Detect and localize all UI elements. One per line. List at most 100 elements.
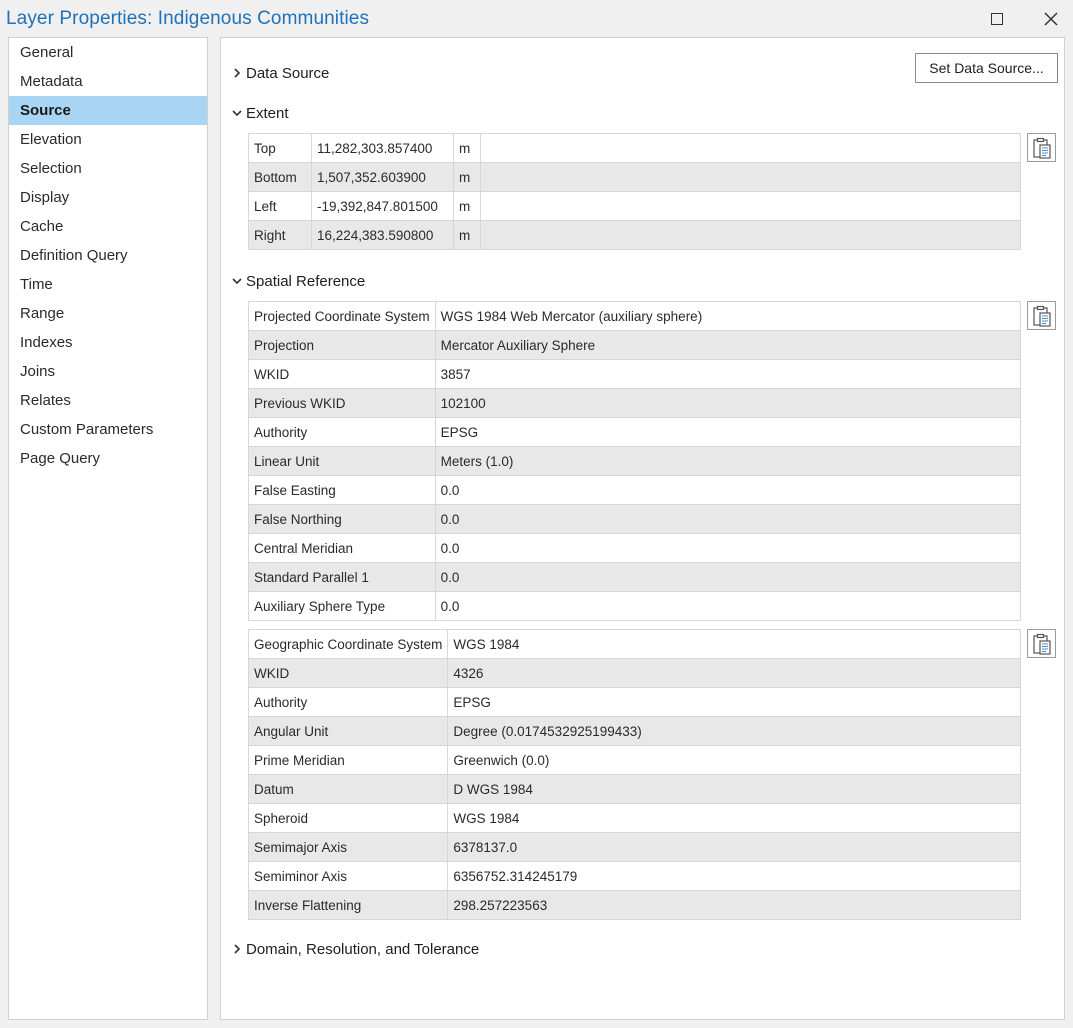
property-name: Previous WKID [248,388,436,418]
section-data-source[interactable]: Data Source [229,62,329,84]
extent-value[interactable]: 11,282,303.857400 [311,133,454,163]
property-value[interactable]: Degree (0.0174532925199433) [447,716,1021,746]
table-row: Prime Meridian Greenwich (0.0) [247,745,1021,775]
sidebar-item-general[interactable]: General [9,38,207,67]
sidebar-item-range[interactable]: Range [9,299,207,328]
sidebar-item-joins[interactable]: Joins [9,357,207,386]
main-panel: Data Source Set Data Source... Extent To… [220,37,1065,1020]
table-row: Linear Unit Meters (1.0) [248,446,1022,476]
property-value[interactable]: Mercator Auxiliary Sphere [434,330,1022,360]
extent-value[interactable]: 1,507,352.603900 [311,162,454,192]
chevron-right-icon [229,68,245,78]
property-name: Inverse Flattening [247,890,449,920]
property-name: Linear Unit [248,446,436,476]
table-row: Spheroid WGS 1984 [247,803,1021,833]
property-value[interactable]: WGS 1984 Web Mercator (auxiliary sphere) [434,301,1022,331]
property-value[interactable]: 0.0 [434,591,1022,621]
copy-geographic-button[interactable] [1027,629,1056,658]
extent-label: Top [248,133,312,163]
property-name: Projected Coordinate System [248,301,436,331]
table-row: Left -19,392,847.801500 m [248,191,1021,221]
property-value[interactable]: D WGS 1984 [447,774,1021,804]
extent-label: Left [248,191,312,221]
table-row: Projected Coordinate System WGS 1984 Web … [248,301,1022,331]
property-value[interactable]: 6356752.314245179 [447,861,1021,891]
property-value[interactable]: WGS 1984 [447,803,1021,833]
table-row: Central Meridian 0.0 [248,533,1022,563]
sidebar-item-page-query[interactable]: Page Query [9,444,207,473]
property-name: Authority [248,417,436,447]
sidebar-item-source[interactable]: Source [9,96,207,125]
property-name: Projection [248,330,436,360]
section-label: Data Source [246,64,330,82]
section-domain-resolution-tolerance[interactable]: Domain, Resolution, and Tolerance [229,938,479,960]
sidebar-item-elevation[interactable]: Elevation [9,125,207,154]
title-bar: Layer Properties: Indigenous Communities [0,0,1073,36]
table-row: Projection Mercator Auxiliary Sphere [248,330,1022,360]
property-value[interactable]: EPSG [434,417,1022,447]
close-button[interactable] [1036,6,1066,32]
table-row: Auxiliary Sphere Type 0.0 [248,591,1022,621]
property-value[interactable]: 3857 [434,359,1022,389]
window-title: Layer Properties: Indigenous Communities [6,8,370,29]
property-value[interactable]: Meters (1.0) [434,446,1022,476]
extent-value[interactable]: -19,392,847.801500 [311,191,454,221]
property-value[interactable]: WGS 1984 [447,629,1021,659]
sidebar-item-custom-parameters[interactable]: Custom Parameters [9,415,207,444]
property-value[interactable]: EPSG [447,687,1021,717]
sidebar-item-relates[interactable]: Relates [9,386,207,415]
property-value[interactable]: 298.257223563 [447,890,1021,920]
copy-to-clipboard-icon [1032,137,1051,159]
maximize-icon [991,13,1003,25]
section-spatial-reference[interactable]: Spatial Reference [229,270,365,292]
table-row: Semiminor Axis 6356752.314245179 [247,861,1021,891]
property-value[interactable]: 0.0 [434,533,1022,563]
property-name: Datum [247,774,449,804]
sidebar-item-time[interactable]: Time [9,270,207,299]
property-value[interactable]: 4326 [447,658,1021,688]
chevron-down-icon [229,109,245,117]
property-name: Auxiliary Sphere Type [248,591,436,621]
copy-to-clipboard-icon [1032,305,1051,327]
extent-table: Top 11,282,303.857400 m Bottom 1,507,352… [248,133,1021,250]
copy-projected-button[interactable] [1027,301,1056,330]
table-row: Authority EPSG [248,417,1022,447]
property-value[interactable]: 102100 [434,388,1022,418]
property-value[interactable]: 0.0 [434,562,1022,592]
table-row: Bottom 1,507,352.603900 m [248,162,1021,192]
sidebar-item-metadata[interactable]: Metadata [9,67,207,96]
table-row: Top 11,282,303.857400 m [248,133,1021,163]
extent-unit: m [453,162,481,192]
maximize-button[interactable] [982,6,1012,32]
sidebar-item-display[interactable]: Display [9,183,207,212]
property-name: Central Meridian [248,533,436,563]
extent-value[interactable]: 16,224,383.590800 [311,220,454,250]
property-name: WKID [248,359,436,389]
copy-extent-button[interactable] [1027,133,1056,162]
table-row: Datum D WGS 1984 [247,774,1021,804]
table-row: False Northing 0.0 [248,504,1022,534]
property-value[interactable]: Greenwich (0.0) [447,745,1021,775]
copy-to-clipboard-icon [1032,633,1051,655]
section-label: Spatial Reference [246,272,366,290]
close-icon [1044,12,1058,26]
extent-unit: m [453,220,481,250]
section-label: Extent [246,104,289,122]
sidebar-item-selection[interactable]: Selection [9,154,207,183]
section-extent[interactable]: Extent [229,102,289,124]
set-data-source-button[interactable]: Set Data Source... [915,53,1058,83]
chevron-right-icon [229,944,245,954]
chevron-down-icon [229,277,245,285]
property-value[interactable]: 0.0 [434,504,1022,534]
extent-unit: m [453,191,481,221]
table-row: WKID 4326 [247,658,1021,688]
property-value[interactable]: 0.0 [434,475,1022,505]
sidebar-item-definition-query[interactable]: Definition Query [9,241,207,270]
table-row: Authority EPSG [247,687,1021,717]
property-value[interactable]: 6378137.0 [447,832,1021,862]
extent-label: Right [248,220,312,250]
sidebar-item-cache[interactable]: Cache [9,212,207,241]
property-name: Angular Unit [247,716,449,746]
property-name: Prime Meridian [247,745,449,775]
sidebar-item-indexes[interactable]: Indexes [9,328,207,357]
